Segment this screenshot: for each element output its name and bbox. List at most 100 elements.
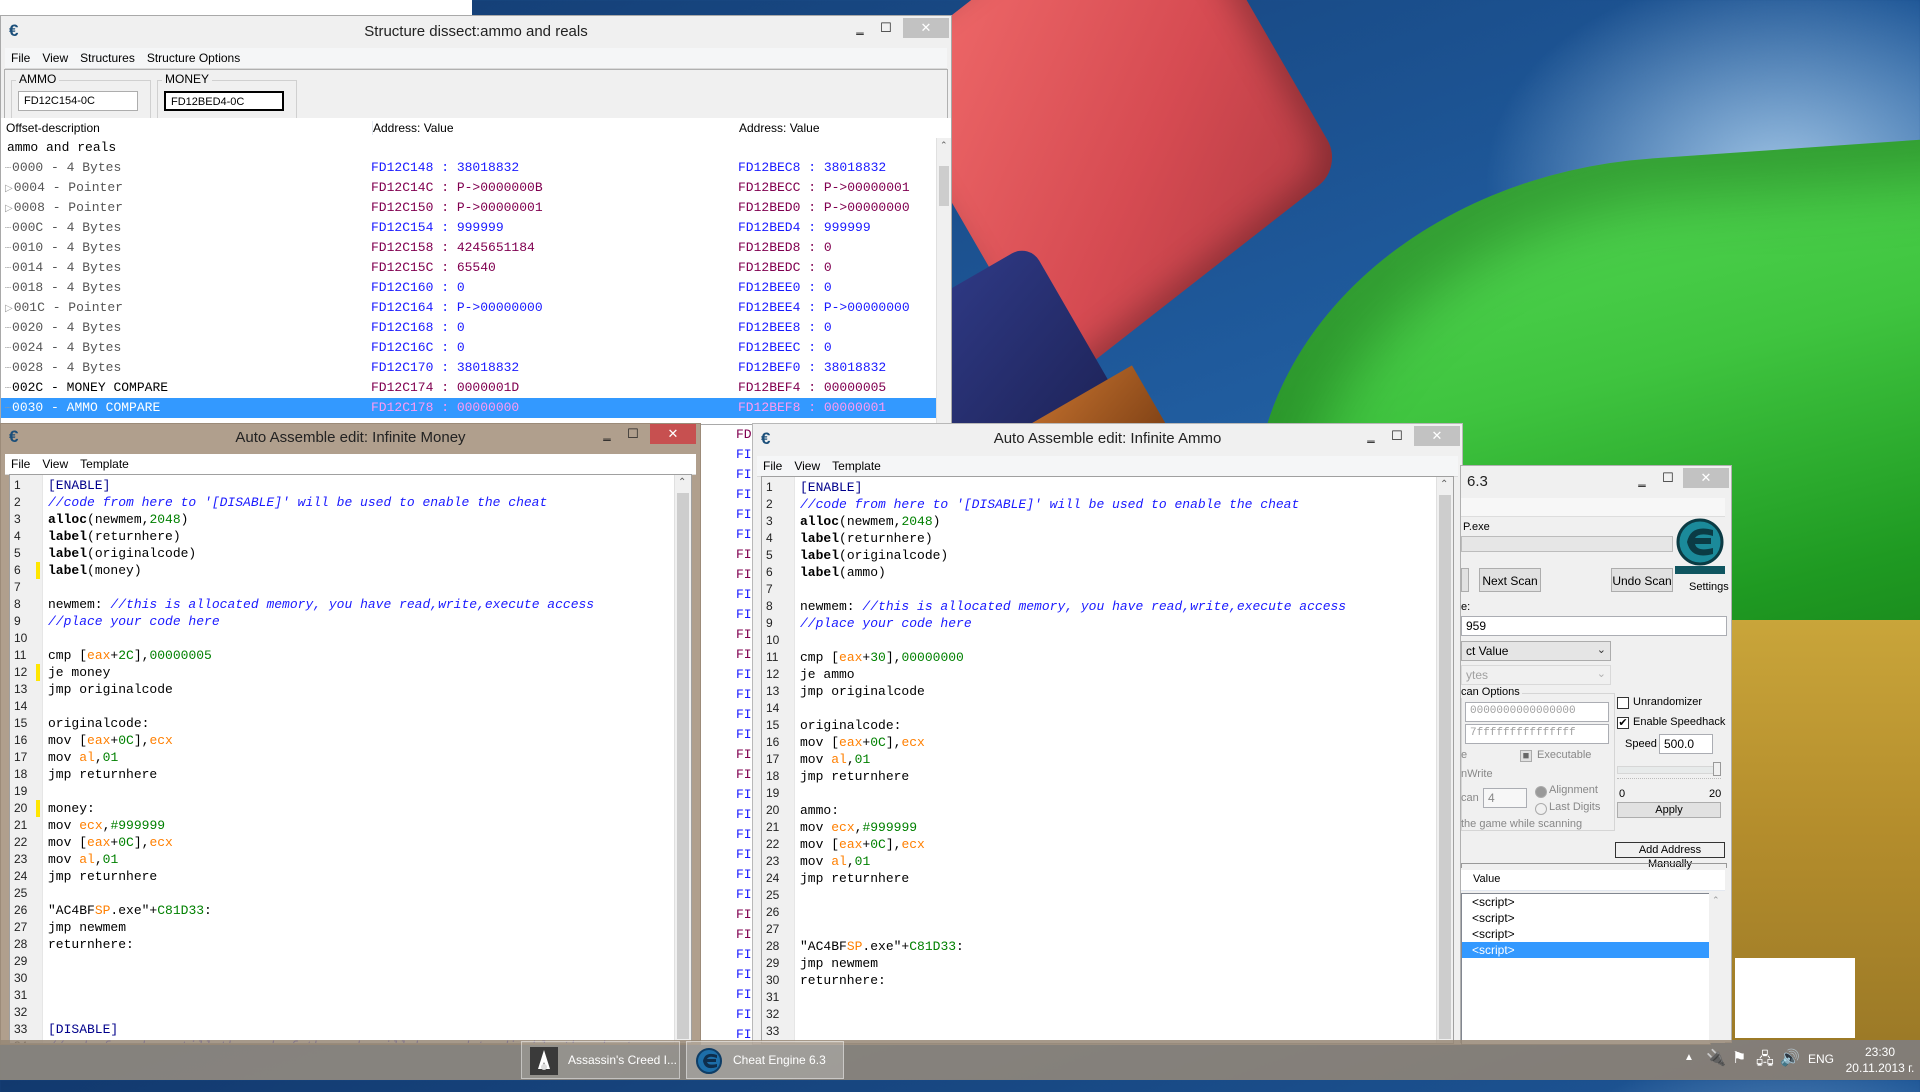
code-line[interactable]: 12 je money xyxy=(10,664,691,681)
code-line[interactable]: 9 //place your code here xyxy=(10,613,691,630)
value-input[interactable]: 959 xyxy=(1461,616,1727,636)
code-line[interactable]: 23 mov al,01 xyxy=(762,853,1453,870)
column-value[interactable]: Value xyxy=(1473,873,1500,885)
code-line[interactable]: 29 jmp newmem xyxy=(762,955,1453,972)
code-line[interactable]: 11 cmp [eax+30],00000000 xyxy=(762,649,1453,666)
code-line[interactable]: 5 label(originalcode) xyxy=(762,547,1453,564)
start-address-input[interactable]: 0000000000000000 xyxy=(1465,702,1609,722)
code-line[interactable]: 11 cmp [eax+2C],00000005 xyxy=(10,647,691,664)
first-scan-button[interactable] xyxy=(1461,568,1469,592)
code-line[interactable]: 2 //code from here to '[DISABLE]' will be… xyxy=(10,494,691,511)
code-line[interactable]: 4 label(returnhere) xyxy=(10,528,691,545)
address-list-item[interactable]: <script> xyxy=(1462,942,1710,958)
column-address-value-1[interactable]: Address: Value xyxy=(372,121,454,135)
speed-slider[interactable] xyxy=(1617,762,1721,784)
slider-thumb[interactable] xyxy=(1713,762,1721,776)
show-hidden-icons[interactable]: ▲ xyxy=(1684,1052,1694,1092)
code-line[interactable]: 9 //place your code here xyxy=(762,615,1453,632)
address-list-item[interactable]: <script> xyxy=(1462,910,1710,926)
table-row[interactable]: ┈0028 - 4 Bytes FD12C170 : 38018832 FD12BE… xyxy=(1,358,937,378)
safely-remove-hardware-icon[interactable]: 🔌 xyxy=(1706,1048,1726,1088)
address-list-item[interactable]: <script> xyxy=(1462,926,1710,942)
maximize-button[interactable]: ☐ xyxy=(1384,426,1410,446)
code-line[interactable]: 33 xyxy=(762,1023,1453,1040)
menu-file[interactable]: File xyxy=(5,454,36,471)
title-bar[interactable]: € Auto Assemble edit: Infinite Money ‗ ☐… xyxy=(1,424,700,452)
code-line[interactable]: 26 xyxy=(762,904,1453,921)
close-button[interactable]: ✕ xyxy=(650,424,696,444)
expand-arrow-icon[interactable]: ▷ xyxy=(5,184,13,195)
close-button[interactable]: ✕ xyxy=(903,18,949,38)
code-line[interactable]: 32 xyxy=(10,1004,691,1021)
code-line[interactable]: 10 xyxy=(10,630,691,647)
code-line[interactable]: 30 xyxy=(10,970,691,987)
money-address-field[interactable]: FD12BED4-0C xyxy=(164,91,284,111)
code-line[interactable]: 22 mov [eax+0C],ecx xyxy=(762,836,1453,853)
action-center-flag-icon[interactable]: ⚑ xyxy=(1732,1048,1746,1088)
network-icon[interactable]: 🖧 xyxy=(1756,1048,1774,1088)
close-button[interactable]: ✕ xyxy=(1414,426,1460,446)
code-line[interactable]: 26 "AC4BFSP.exe"+C81D33: xyxy=(10,902,691,919)
code-line[interactable]: 16 mov [eax+0C],ecx xyxy=(10,732,691,749)
menu-file[interactable]: File xyxy=(757,456,788,473)
code-line[interactable]: 18 jmp returnhere xyxy=(10,766,691,783)
code-line[interactable]: 15 originalcode: xyxy=(10,715,691,732)
code-line[interactable]: 30 returnhere: xyxy=(762,972,1453,989)
code-line[interactable]: 21 mov ecx,#999999 xyxy=(762,819,1453,836)
value-type-select[interactable]: ytes ⌄ xyxy=(1461,665,1611,685)
minimize-button[interactable]: ‗ xyxy=(1358,426,1384,446)
code-line[interactable]: 22 mov [eax+0C],ecx xyxy=(10,834,691,851)
ammo-address-field[interactable]: FD12C154-0C xyxy=(18,91,138,111)
next-scan-button[interactable]: Next Scan xyxy=(1479,568,1541,592)
code-line[interactable]: 31 xyxy=(762,989,1453,1006)
code-line[interactable]: 8 newmem: //this is allocated memory, you… xyxy=(10,596,691,613)
code-line[interactable]: 24 jmp returnhere xyxy=(10,868,691,885)
column-address-value-2[interactable]: Address: Value xyxy=(739,121,820,135)
table-row[interactable]: ▷001C - Pointer FD12C164 : P->00000000 FD1… xyxy=(1,298,937,318)
language-indicator[interactable]: ENG xyxy=(1808,1052,1834,1092)
executable-checkbox[interactable]: ■ xyxy=(1520,750,1532,762)
table-row[interactable]: ┈0010 - 4 Bytes FD12C158 : 4245651184 FD12… xyxy=(1,238,937,258)
code-line[interactable]: 24 jmp returnhere xyxy=(762,870,1453,887)
code-line[interactable]: 32 xyxy=(762,1006,1453,1023)
volume-icon[interactable]: 🔊 xyxy=(1780,1048,1800,1088)
code-line[interactable]: 13 jmp originalcode xyxy=(762,683,1453,700)
code-line[interactable]: 6 label(money) xyxy=(10,562,691,579)
table-row[interactable]: ┈0018 - 4 Bytes FD12C160 : 0 FD12BEE0 : 0 xyxy=(1,278,937,298)
scroll-up-icon[interactable]: ⌃ xyxy=(940,140,948,151)
code-line[interactable]: 21 mov ecx,#999999 xyxy=(10,817,691,834)
code-line[interactable]: 27 jmp newmem xyxy=(10,919,691,936)
script-editor[interactable]: ⌃ 1 [ENABLE] 2//code from here to '[DISABL… xyxy=(9,474,692,1044)
vertical-scrollbar[interactable]: ⌃ xyxy=(936,138,951,424)
code-line[interactable]: 14 xyxy=(10,698,691,715)
alignment-radio[interactable] xyxy=(1535,786,1547,798)
close-button[interactable]: ✕ xyxy=(1683,468,1729,488)
menu-template[interactable]: Template xyxy=(74,454,135,471)
maximize-button[interactable]: ☐ xyxy=(1655,468,1681,488)
code-line[interactable]: 17 mov al,01 xyxy=(762,751,1453,768)
title-bar[interactable]: € Auto Assemble edit: Infinite Ammo ‗ ☐ … xyxy=(753,424,1462,454)
unrandomizer-checkbox[interactable] xyxy=(1617,697,1629,709)
code-line[interactable]: 1 [ENABLE] xyxy=(10,477,691,494)
code-line[interactable]: 28 "AC4BFSP.exe"+C81D33: xyxy=(762,938,1453,955)
table-row[interactable]: ┈0030 - AMMO COMPARE FD12C178 : 00000000 F… xyxy=(1,398,937,418)
cheat-engine-logo-icon[interactable] xyxy=(1673,516,1727,576)
menu-view[interactable]: View xyxy=(36,454,74,471)
taskbar-item-assassins-creed[interactable]: Assassin's Creed I... xyxy=(521,1041,680,1079)
code-line[interactable]: 4 label(returnhere) xyxy=(762,530,1453,547)
tree-root[interactable]: ammo and reals xyxy=(1,138,937,158)
scroll-thumb[interactable] xyxy=(939,166,949,206)
code-line[interactable]: 25 xyxy=(762,887,1453,904)
address-list-item[interactable]: <script> xyxy=(1462,894,1710,910)
code-line[interactable]: 15 originalcode: xyxy=(762,717,1453,734)
last-digits-radio[interactable] xyxy=(1535,803,1547,815)
maximize-button[interactable]: ☐ xyxy=(873,18,899,38)
menu-structures[interactable]: Structures xyxy=(74,48,141,65)
menu-view[interactable]: View xyxy=(36,48,74,65)
expand-arrow-icon[interactable]: ▷ xyxy=(5,304,13,315)
fast-scan-input[interactable]: 4 xyxy=(1483,788,1527,808)
code-line[interactable]: 7 xyxy=(762,581,1453,598)
minimize-button[interactable]: ‗ xyxy=(1629,470,1655,490)
code-line[interactable]: 13 jmp originalcode xyxy=(10,681,691,698)
code-line[interactable]: 19 xyxy=(762,785,1453,802)
